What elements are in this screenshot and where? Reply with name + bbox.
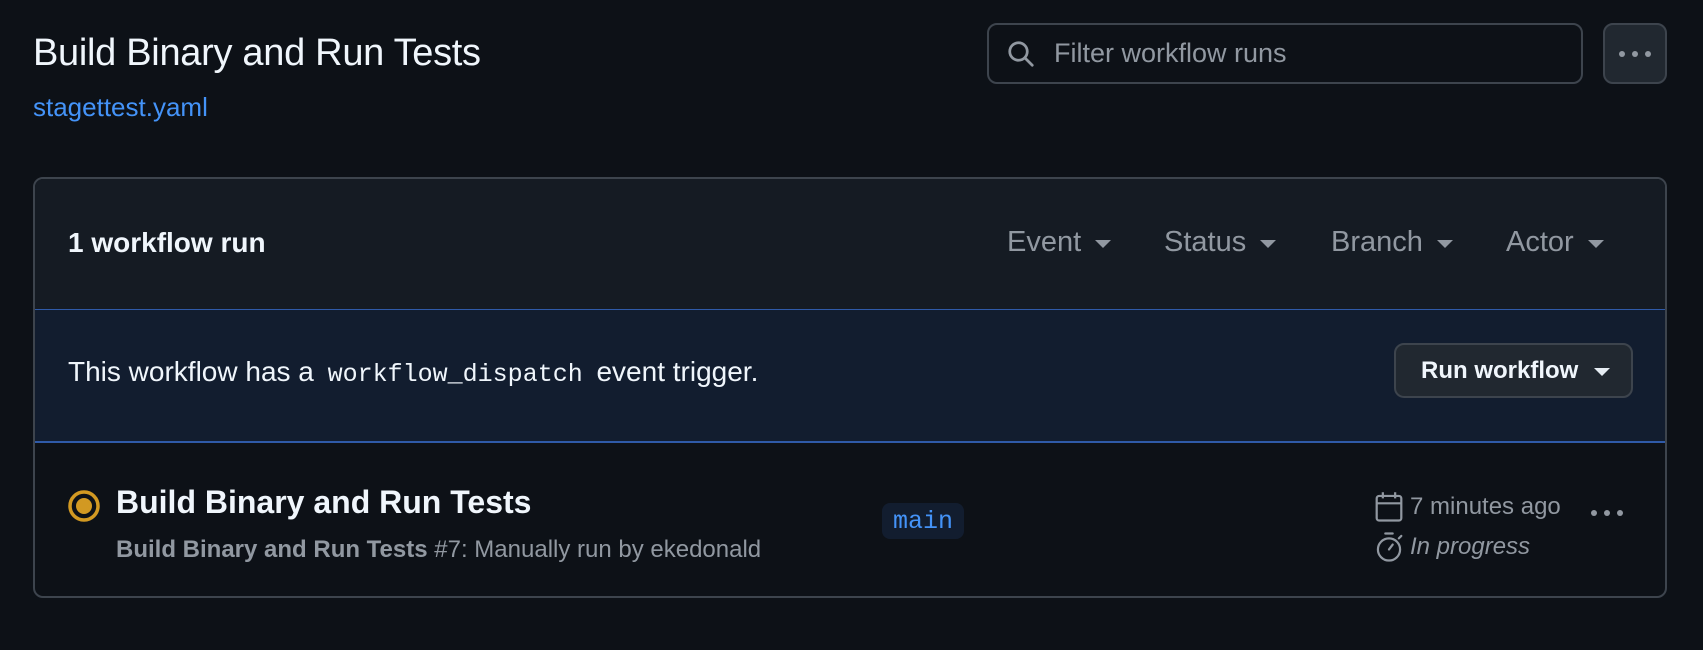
branch-filter-dropdown[interactable]: Branch bbox=[1331, 226, 1453, 259]
banner-text: This workflow has a workflow_dispatch ev… bbox=[68, 356, 758, 389]
caret-down-icon bbox=[1594, 368, 1611, 376]
run-subtitle: Build Binary and Run Tests #7: Manually … bbox=[116, 536, 761, 564]
branch-filter-label: Branch bbox=[1331, 226, 1423, 258]
status-filter-label: Status bbox=[1164, 226, 1247, 258]
workflow-options-button[interactable] bbox=[1603, 23, 1667, 84]
in-progress-status-icon bbox=[68, 490, 100, 522]
run-number: #7 bbox=[434, 536, 461, 563]
page-title: Build Binary and Run Tests bbox=[33, 32, 481, 74]
kebab-horizontal-icon bbox=[1619, 50, 1651, 57]
stopwatch-icon bbox=[1376, 532, 1403, 562]
caret-down-icon bbox=[1587, 239, 1604, 248]
run-workflow-button[interactable]: Run workflow bbox=[1394, 343, 1633, 398]
run-time: 7 minutes ago bbox=[1374, 491, 1561, 523]
banner-text-after: event trigger. bbox=[596, 356, 759, 387]
workflow-run-count: 1 workflow run bbox=[68, 227, 266, 258]
run-status-text: In progress bbox=[1410, 533, 1531, 560]
run-workflow-name: Build Binary and Run Tests bbox=[116, 536, 428, 563]
search-input[interactable] bbox=[1052, 37, 1556, 70]
banner-text-before: This workflow has a bbox=[68, 356, 314, 387]
branch-badge[interactable]: main bbox=[882, 503, 965, 539]
workflow-dispatch-banner: This workflow has a workflow_dispatch ev… bbox=[35, 310, 1665, 443]
event-filter-label: Event bbox=[1007, 226, 1082, 258]
run-workflow-label: Run workflow bbox=[1421, 356, 1579, 384]
caret-down-icon bbox=[1436, 239, 1453, 248]
search-icon bbox=[1008, 40, 1034, 67]
run-options-kebab-icon[interactable] bbox=[1590, 509, 1624, 517]
event-filter-dropdown[interactable]: Event bbox=[1007, 226, 1112, 259]
workflow-file-link[interactable]: stagettest.yaml bbox=[33, 92, 208, 123]
workflow-runs-box: 1 workflow run Event Status Branch Actor… bbox=[33, 177, 1667, 598]
caret-down-icon bbox=[1095, 239, 1112, 248]
banner-trigger-code: workflow_dispatch bbox=[327, 360, 583, 389]
runs-box-header: 1 workflow run Event Status Branch Actor bbox=[35, 179, 1665, 310]
workflow-run-row[interactable]: Build Binary and Run Tests Build Binary … bbox=[35, 443, 1665, 596]
calendar-icon bbox=[1375, 492, 1403, 522]
caret-down-icon bbox=[1260, 239, 1277, 248]
actor-filter-label: Actor bbox=[1506, 226, 1574, 258]
run-time-ago: 7 minutes ago bbox=[1410, 493, 1561, 520]
run-duration: In progress bbox=[1374, 531, 1530, 563]
run-title-link[interactable]: Build Binary and Run Tests bbox=[116, 484, 531, 521]
run-description: : Manually run by ekedonald bbox=[460, 536, 762, 563]
filter-workflow-runs-search[interactable] bbox=[987, 23, 1583, 84]
actor-filter-dropdown[interactable]: Actor bbox=[1506, 226, 1604, 259]
status-filter-dropdown[interactable]: Status bbox=[1164, 226, 1277, 259]
